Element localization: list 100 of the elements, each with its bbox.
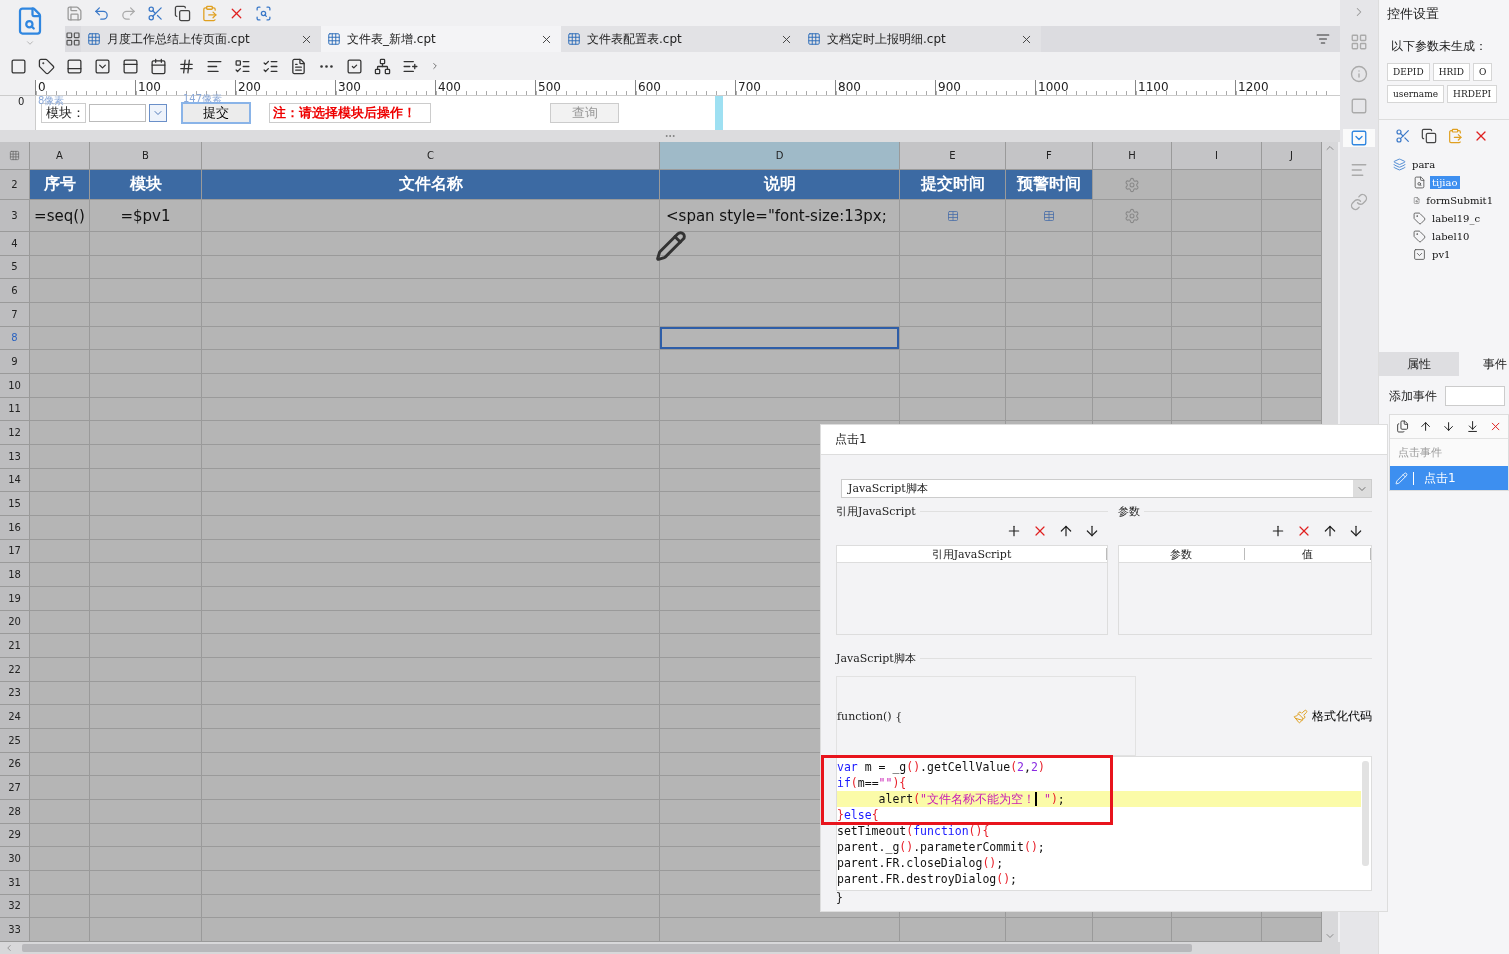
checkbox-icon[interactable] (346, 57, 363, 75)
row-header[interactable]: 27 (0, 776, 30, 800)
row-header[interactable]: 11 (0, 397, 30, 422)
add-icon[interactable] (1270, 523, 1286, 539)
column-header[interactable]: B (90, 142, 202, 170)
row-header[interactable]: 31 (0, 871, 30, 895)
row-header[interactable]: 5 (0, 255, 30, 280)
tree-item[interactable]: label10 (1430, 229, 1472, 243)
pencil-icon (1395, 471, 1408, 485)
row-header[interactable]: 22 (0, 658, 30, 682)
document-icon[interactable] (290, 57, 307, 75)
row-header[interactable]: 14 (0, 468, 30, 493)
row-header[interactable]: 30 (0, 847, 30, 871)
column-heading: 预警时间 (1006, 170, 1093, 200)
copy-icon[interactable] (1396, 419, 1410, 434)
parameter-chip[interactable]: O (1473, 63, 1493, 81)
scrollbar[interactable] (1362, 761, 1369, 866)
script-type-select[interactable]: JavaScript脚本 (841, 479, 1372, 498)
row-header[interactable]: 12 (0, 421, 30, 445)
tag-icon[interactable] (38, 57, 55, 75)
rectangle-icon[interactable] (10, 57, 27, 75)
code-editor[interactable]: var m = _g().getCellValue(2,2) if(m==""){ alert("文件名称不能为空！ "); }else{ setTimeout(function(){ parent._g().parameterCommit(); parent.FR.closeDialog(); parent.FR.destroyDialog(); (836, 756, 1372, 891)
grid-cell (1262, 279, 1322, 303)
row-header[interactable]: 21 (0, 634, 30, 658)
row-header[interactable]: 3 (0, 200, 30, 232)
cut-icon[interactable] (147, 4, 164, 22)
parameter-chip[interactable]: DEPID (1387, 63, 1430, 81)
file-tab[interactable]: 文档定时上报明细.cpt (801, 26, 1041, 52)
column-header[interactable]: I (1172, 142, 1262, 170)
format-code-button[interactable]: 格式化代码 (1293, 707, 1372, 725)
row-header[interactable]: 19 (0, 587, 30, 611)
row-header[interactable]: 26 (0, 752, 30, 777)
copy-icon[interactable] (174, 4, 191, 22)
parameter-chip[interactable]: HRID (1432, 63, 1471, 81)
copy-icon[interactable] (1421, 128, 1437, 144)
parameter-chip[interactable]: HRDEPI (1447, 85, 1498, 103)
file-tab[interactable]: 文件表配置表.cpt (561, 26, 801, 52)
undo-icon[interactable] (93, 4, 110, 22)
tree-item[interactable]: label19_c (1430, 211, 1482, 225)
column-header[interactable]: J (1262, 142, 1322, 170)
row-header[interactable]: 13 (0, 445, 30, 469)
panel-tab[interactable]: 属性 (1379, 352, 1459, 376)
tree-item[interactable]: formSubmit1 (1424, 193, 1495, 207)
sheet-icon (567, 32, 581, 46)
input-field[interactable] (89, 104, 146, 122)
row-header[interactable]: 24 (0, 705, 30, 729)
column-header[interactable]: A (30, 142, 90, 170)
cut-icon[interactable] (1395, 128, 1411, 144)
tree-item[interactable]: pv1 (1430, 247, 1453, 261)
move-bottom-icon[interactable] (1465, 419, 1479, 434)
row-header[interactable]: 4 (0, 232, 30, 256)
widget-icon[interactable] (1350, 129, 1368, 147)
calendar-icon[interactable] (150, 57, 167, 75)
row-header[interactable]: 28 (0, 800, 30, 824)
panel-icon[interactable] (66, 57, 83, 75)
dropdown-button[interactable] (149, 104, 167, 122)
column-header[interactable]: C (202, 142, 660, 170)
code-token: if (837, 776, 851, 790)
parameter-chip[interactable]: username (1387, 85, 1445, 103)
radio-list-icon[interactable] (234, 57, 251, 75)
column-header[interactable]: D (660, 142, 900, 170)
menu-icon[interactable] (1316, 32, 1330, 46)
tree-item[interactable]: para (1410, 157, 1438, 171)
row-header[interactable]: 25 (0, 729, 30, 753)
row-header[interactable]: 17 (0, 539, 30, 564)
row-header[interactable]: 6 (0, 279, 30, 303)
row-header[interactable]: 2 (0, 170, 30, 200)
grid-icon[interactable] (65, 31, 81, 47)
column-header[interactable]: F (1006, 142, 1093, 170)
dropdown-icon[interactable] (94, 57, 111, 75)
input-field[interactable] (1445, 386, 1505, 406)
row-header[interactable]: 23 (0, 681, 30, 706)
row-header[interactable]: 32 (0, 894, 30, 919)
submit-button[interactable]: 提交 (181, 102, 251, 124)
grid-cell (30, 729, 90, 753)
row-header[interactable]: 7 (0, 303, 30, 327)
hierarchy-icon[interactable] (374, 57, 391, 75)
window-icon[interactable] (122, 57, 139, 75)
preview-icon[interactable] (255, 4, 272, 22)
column-header[interactable]: H (1093, 142, 1172, 170)
file-tab[interactable]: 文件表_新增.cpt (321, 26, 561, 52)
horizontal-scrollbar[interactable] (0, 942, 1340, 954)
selected-cell[interactable] (660, 326, 900, 351)
row-header[interactable]: 16 (0, 516, 30, 540)
down-arrow-icon[interactable] (1442, 419, 1456, 434)
sheet-icon (327, 32, 341, 46)
file-tab[interactable]: 月度工作总结上传页面.cpt (81, 26, 321, 52)
code-token: .getCellValue (920, 760, 1011, 774)
code-token: alert (877, 792, 914, 806)
row-header[interactable]: 33 (0, 918, 30, 942)
grid-cell (30, 658, 90, 682)
row-header[interactable]: 10 (0, 374, 30, 398)
column-header[interactable]: E (900, 142, 1006, 170)
row-header[interactable]: 15 (0, 492, 30, 516)
hash-icon[interactable] (178, 57, 195, 75)
row-header[interactable]: 9 (0, 350, 30, 374)
row-header[interactable]: 18 (0, 563, 30, 587)
row-header[interactable]: 29 (0, 823, 30, 848)
up-arrow-icon[interactable] (1419, 419, 1433, 434)
row-header[interactable]: 20 (0, 610, 30, 635)
